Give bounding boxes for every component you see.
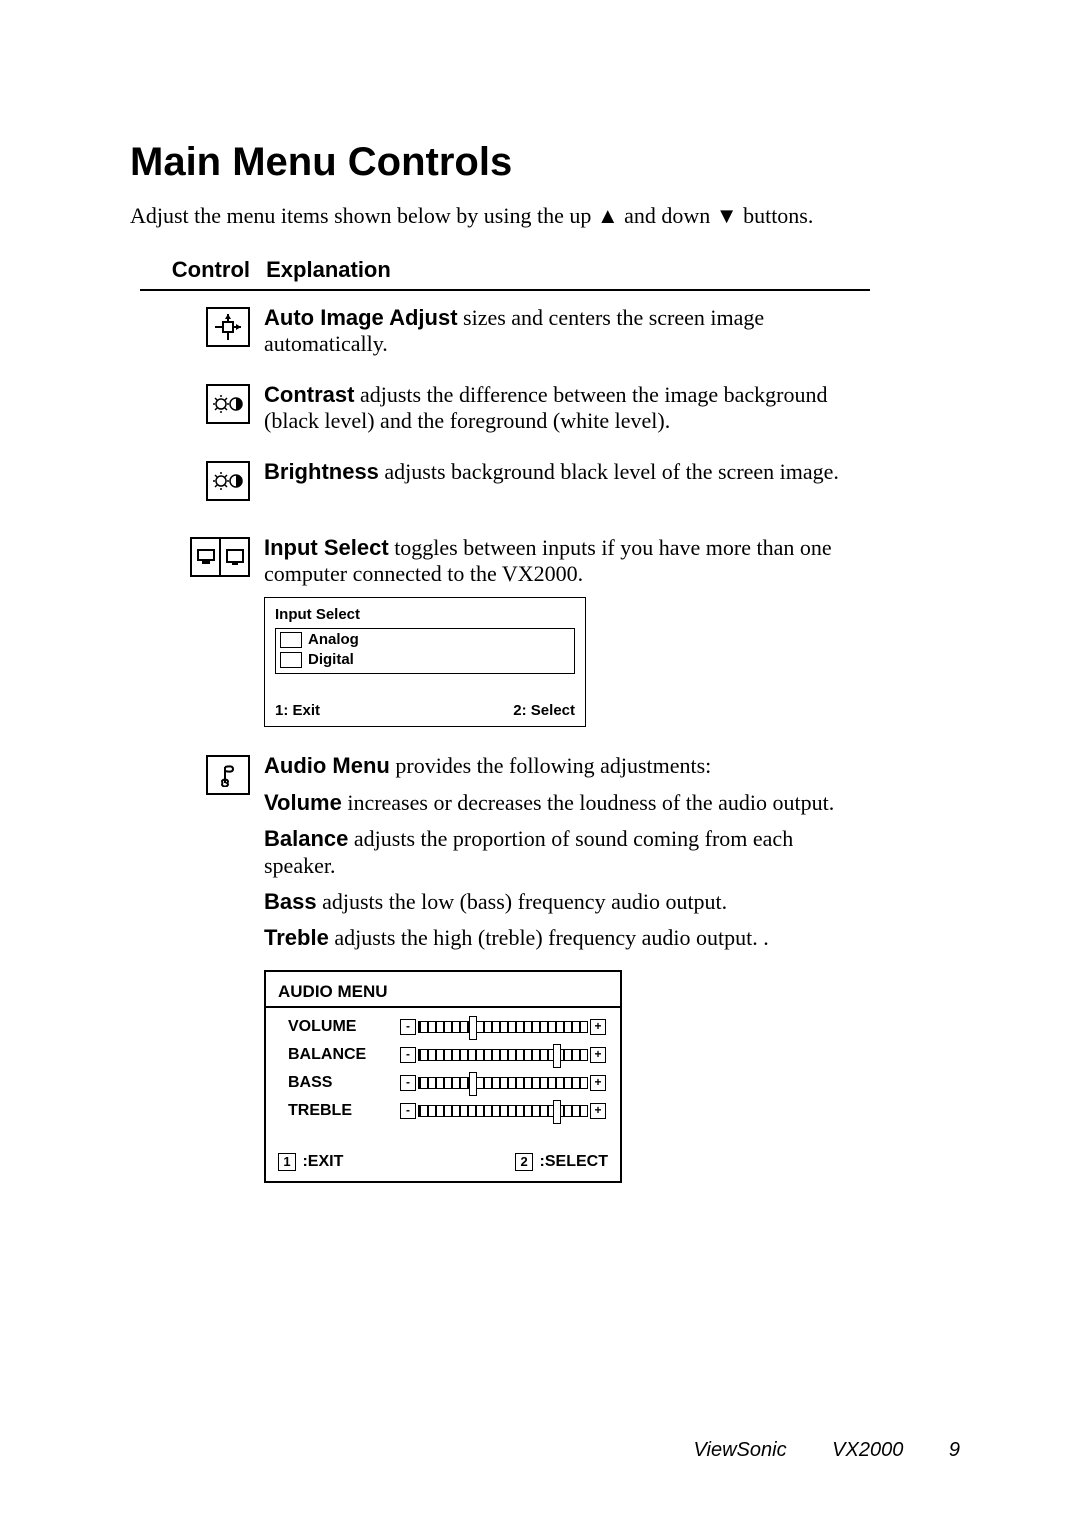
treble-slider: - +	[398, 1100, 608, 1122]
footer-page-number: 9	[949, 1439, 960, 1462]
auto-image-adjust-icon	[206, 307, 250, 347]
input-lead: Input Select	[264, 535, 389, 560]
volume-body: increases or decreases the loudness of t…	[342, 790, 834, 815]
contrast-lead: Contrast	[264, 382, 354, 407]
bass-lead: Bass	[264, 889, 317, 914]
input-opt1-label: Analog	[308, 631, 359, 649]
footer-brand: ViewSonic	[694, 1439, 787, 1461]
bass-body: adjusts the low (bass) frequency audio o…	[317, 889, 728, 914]
intro-post: buttons.	[738, 203, 814, 228]
audio-row-bass: BASS - +	[278, 1072, 608, 1094]
audio-menu-icon	[206, 755, 250, 795]
key-2-icon: 2	[515, 1153, 533, 1171]
treble-body: adjusts the high (treble) frequency audi…	[329, 925, 769, 950]
key-1-icon: 1	[278, 1153, 296, 1171]
select-label: :SELECT	[535, 1153, 608, 1170]
balance-lead: Balance	[264, 826, 348, 851]
minus-icon: -	[400, 1047, 416, 1063]
brightness-body: adjusts background black level of the sc…	[379, 459, 839, 484]
bass-slider: - +	[398, 1072, 608, 1094]
intro-text: Adjust the menu items shown below by usi…	[130, 203, 960, 229]
table-header-row: Control Explanation	[140, 257, 870, 291]
audio-body: provides the following adjustments:	[390, 753, 711, 778]
row-contrast: Contrast adjusts the difference between …	[140, 382, 870, 445]
input-panel-exit: 1: Exit	[275, 702, 320, 720]
input-panel-select: 2: Select	[513, 702, 575, 720]
plus-icon: +	[590, 1019, 606, 1035]
input-select-osd-panel: Input Select Analog Digital 1: Exit	[264, 597, 586, 727]
header-explanation: Explanation	[266, 257, 391, 282]
audio-panel-title: AUDIO MENU	[278, 982, 608, 1002]
analog-port-icon	[280, 632, 302, 648]
up-arrow-icon: ▲	[597, 203, 619, 228]
row-brightness: Brightness adjusts background black leve…	[140, 459, 870, 501]
intro-mid: and down	[619, 203, 716, 228]
digital-port-icon	[280, 652, 302, 668]
audio-row-volume: VOLUME - +	[278, 1016, 608, 1038]
row-input-select: Input Select toggles between inputs if y…	[140, 535, 870, 728]
minus-icon: -	[400, 1075, 416, 1091]
input-panel-title: Input Select	[275, 606, 575, 624]
contrast-icon	[206, 384, 250, 424]
balance-slider: - +	[398, 1044, 608, 1066]
minus-icon: -	[400, 1103, 416, 1119]
plus-icon: +	[590, 1075, 606, 1091]
footer-model: VX2000	[832, 1439, 903, 1462]
audio-row-balance: BALANCE - +	[278, 1044, 608, 1066]
audio-lead: Audio Menu	[264, 753, 390, 778]
audio-label-bass: BASS	[278, 1073, 398, 1092]
page-title: Main Menu Controls	[130, 140, 960, 185]
audio-osd-panel: AUDIO MENU VOLUME - + BALANCE -	[264, 970, 622, 1184]
audio-panel-select: 2 :SELECT	[515, 1152, 608, 1171]
page-footer: ViewSonic VX2000 9	[694, 1439, 960, 1462]
treble-lead: Treble	[264, 925, 329, 950]
input-option-digital: Digital	[280, 651, 570, 669]
plus-icon: +	[590, 1103, 606, 1119]
brightness-icon	[206, 461, 250, 501]
exit-label: :EXIT	[298, 1153, 343, 1170]
row-audio-menu: Audio Menu provides the following adjust…	[140, 753, 870, 1183]
audio-panel-exit: 1 :EXIT	[278, 1152, 343, 1171]
volume-slider: - +	[398, 1016, 608, 1038]
audio-label-treble: TREBLE	[278, 1101, 398, 1120]
input-option-analog: Analog	[280, 631, 570, 649]
audio-row-treble: TREBLE - +	[278, 1100, 608, 1122]
input-opt2-label: Digital	[308, 651, 354, 669]
input-select-icon	[190, 537, 250, 577]
auto-lead: Auto Image Adjust	[264, 305, 458, 330]
down-arrow-icon: ▼	[716, 203, 738, 228]
volume-lead: Volume	[264, 790, 342, 815]
intro-pre: Adjust the menu items shown below by usi…	[130, 203, 597, 228]
header-control: Control	[140, 257, 260, 283]
plus-icon: +	[590, 1047, 606, 1063]
brightness-lead: Brightness	[264, 459, 379, 484]
row-auto-image-adjust: Auto Image Adjust sizes and centers the …	[140, 305, 870, 368]
minus-icon: -	[400, 1019, 416, 1035]
audio-label-balance: BALANCE	[278, 1045, 398, 1064]
audio-label-volume: VOLUME	[278, 1017, 398, 1036]
